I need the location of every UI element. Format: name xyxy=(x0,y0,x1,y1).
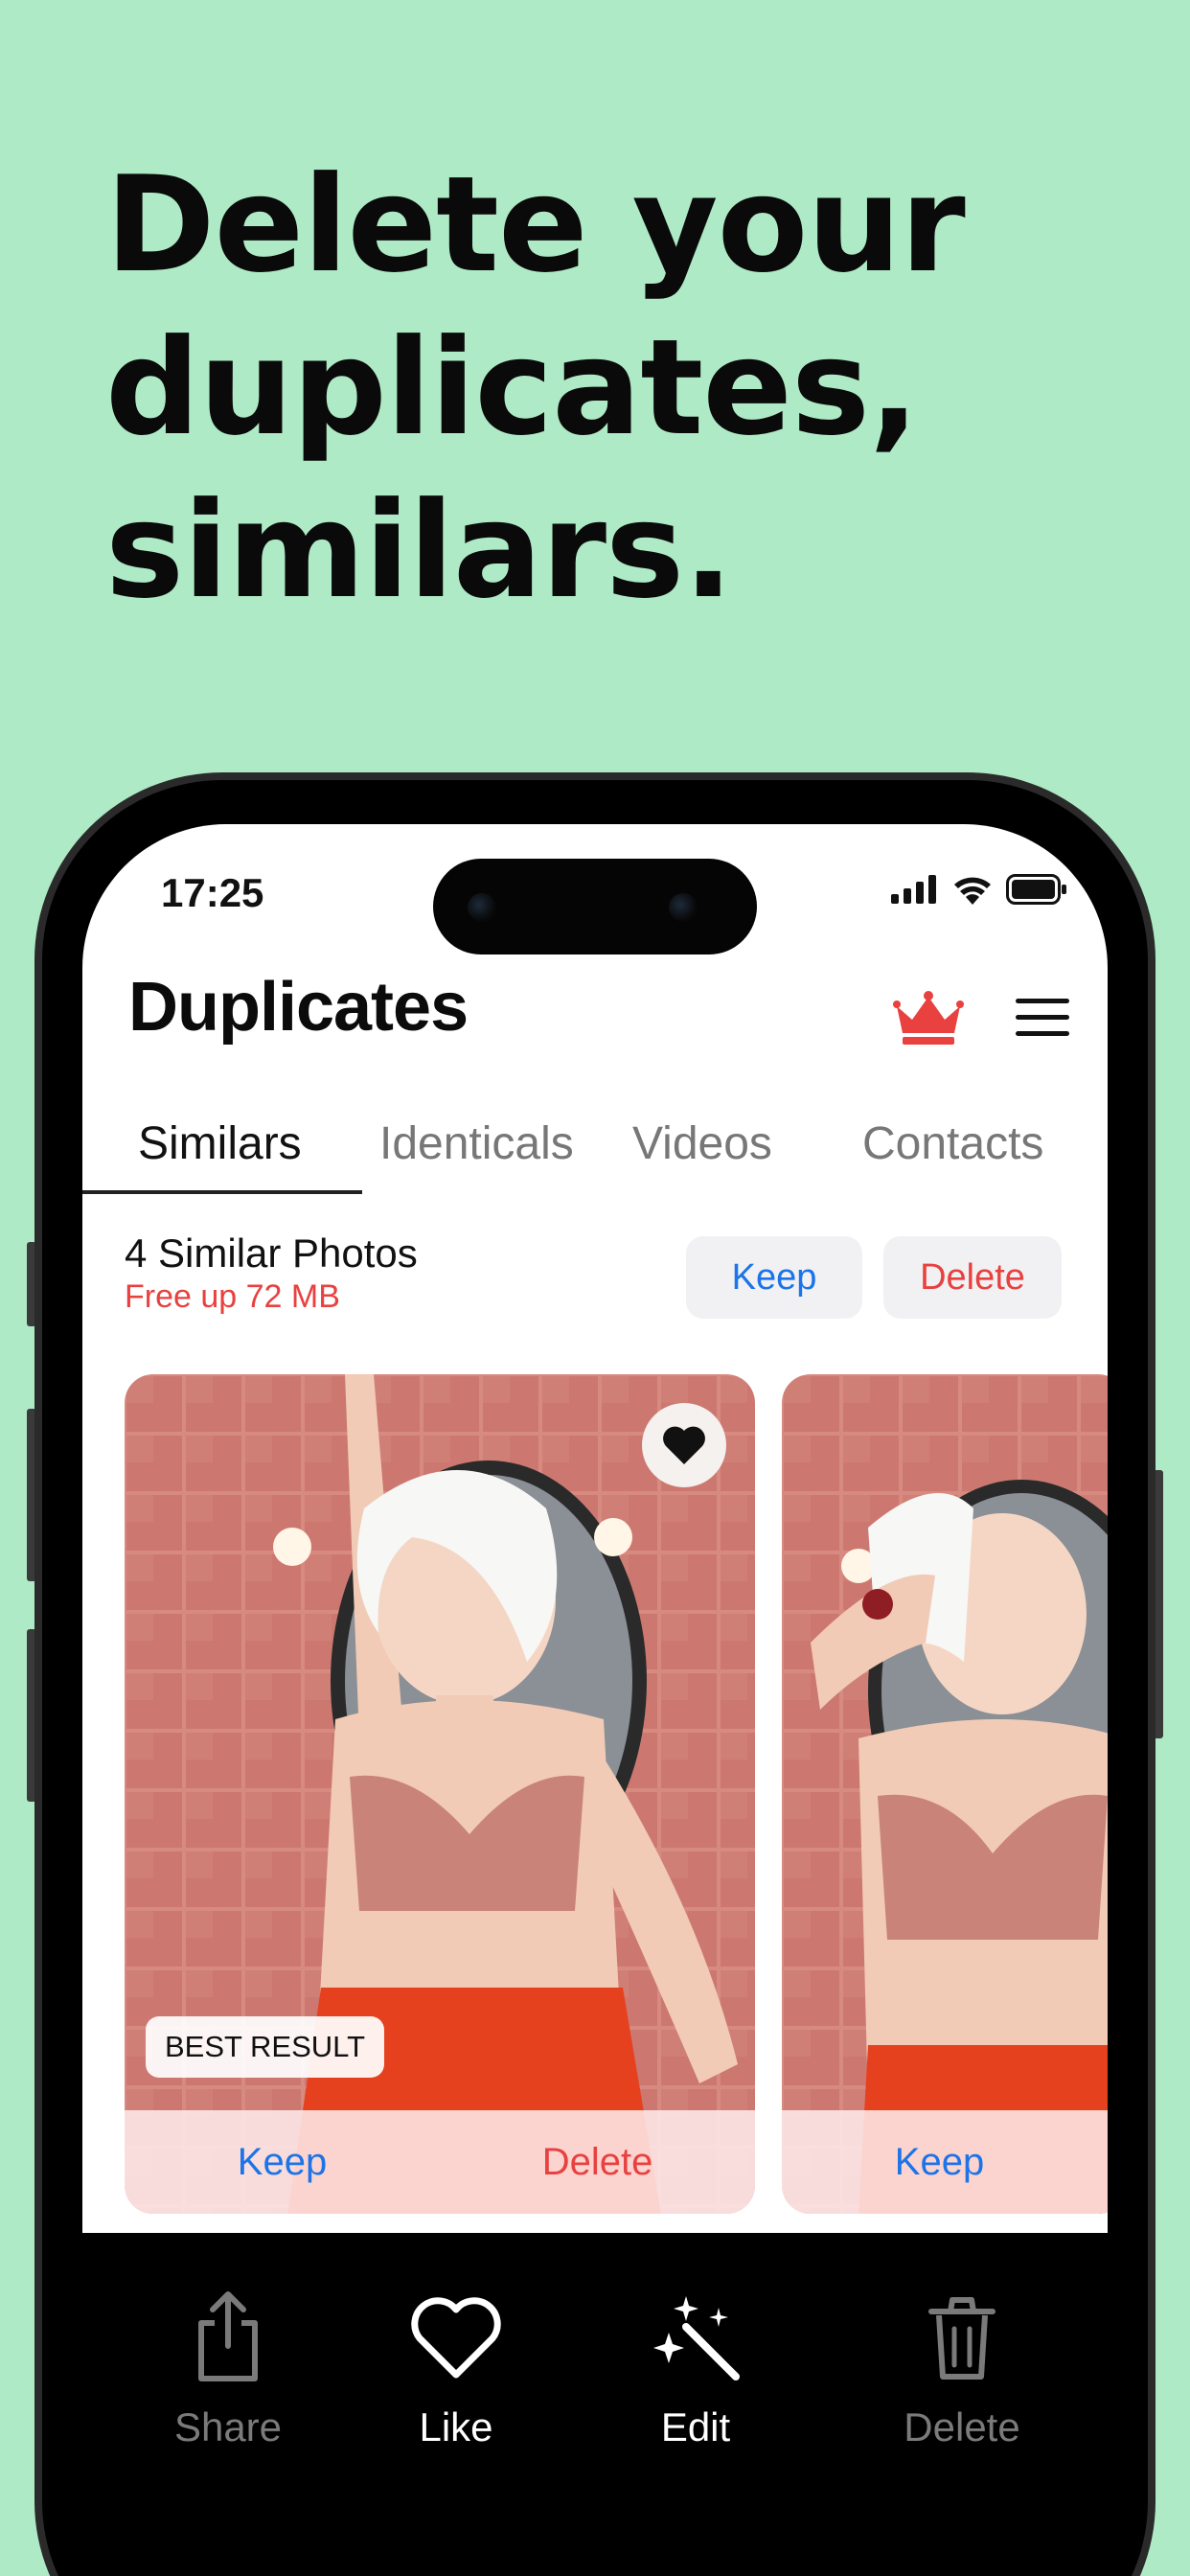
phone-frame: 17:25 Duplicates Similars Identicals Vid… xyxy=(34,772,1156,2576)
heart-outline-icon xyxy=(411,2297,501,2379)
page-title: Duplicates xyxy=(128,969,469,1046)
like-label: Like xyxy=(419,2404,493,2450)
tab-similars[interactable]: Similars xyxy=(138,1117,302,1170)
keep-all-button[interactable]: Keep xyxy=(686,1236,862,1319)
headline-line: Delete your xyxy=(105,148,966,302)
best-result-badge: BEST RESULT xyxy=(146,2016,385,2078)
photo-keep-button[interactable]: Keep xyxy=(782,2110,1097,2214)
share-button[interactable]: Share xyxy=(132,2290,324,2450)
photo-image xyxy=(782,1374,1108,2214)
delete-button[interactable]: Delete xyxy=(866,2290,1058,2450)
photo-action-bar: Keep Delete xyxy=(125,2110,755,2214)
share-label: Share xyxy=(173,2404,283,2450)
edit-button[interactable]: Edit xyxy=(600,2290,791,2450)
dynamic-island xyxy=(433,859,757,954)
status-icons xyxy=(891,874,1067,905)
hamburger-menu-icon[interactable] xyxy=(1016,995,1069,1041)
like-button[interactable]: Like xyxy=(360,2290,552,2450)
bottom-toolbar: Share Like Edit Delete xyxy=(42,2233,1148,2576)
share-icon xyxy=(198,2291,258,2381)
headline-line: duplicates, xyxy=(105,310,919,465)
magic-wand-icon xyxy=(653,2296,740,2380)
sensor-dot-icon xyxy=(669,893,698,922)
tab-contacts[interactable]: Contacts xyxy=(862,1117,1043,1170)
headline-line: similars. xyxy=(105,473,734,628)
photo-delete-button[interactable]: Delete xyxy=(440,2110,755,2214)
tab-identicals[interactable]: Identicals xyxy=(379,1117,574,1170)
app-screen: 17:25 Duplicates Similars Identicals Vid… xyxy=(82,824,1108,2233)
photo-keep-button[interactable]: Keep xyxy=(125,2110,440,2214)
crown-icon[interactable] xyxy=(893,991,964,1046)
front-camera-icon xyxy=(468,893,496,922)
edit-label: Edit xyxy=(660,2404,731,2450)
favorite-button[interactable] xyxy=(642,1403,726,1487)
group-savings: Free up 72 MB xyxy=(125,1278,340,1315)
tab-videos[interactable]: Videos xyxy=(632,1117,772,1170)
photo-image xyxy=(125,1374,755,2214)
delete-label: Delete xyxy=(904,2404,1020,2450)
marketing-headline: Delete your duplicates, similars. xyxy=(105,144,1111,632)
phone-bezel: 17:25 Duplicates Similars Identicals Vid… xyxy=(42,780,1148,2576)
delete-all-button[interactable]: Delete xyxy=(883,1236,1062,1319)
group-title: 4 Similar Photos xyxy=(125,1230,418,1276)
trash-icon xyxy=(928,2297,995,2380)
active-tab-indicator xyxy=(82,1190,362,1194)
status-time: 17:25 xyxy=(161,870,264,915)
photo-action-bar: Keep xyxy=(782,2110,1108,2214)
photo-card[interactable]: BEST RESULT Keep Delete xyxy=(125,1374,755,2214)
heart-icon xyxy=(663,1426,705,1464)
battery-icon xyxy=(1006,874,1066,905)
cellular-signal-icon xyxy=(891,875,936,904)
photo-card[interactable]: Keep xyxy=(782,1374,1108,2214)
wifi-icon xyxy=(954,877,991,905)
